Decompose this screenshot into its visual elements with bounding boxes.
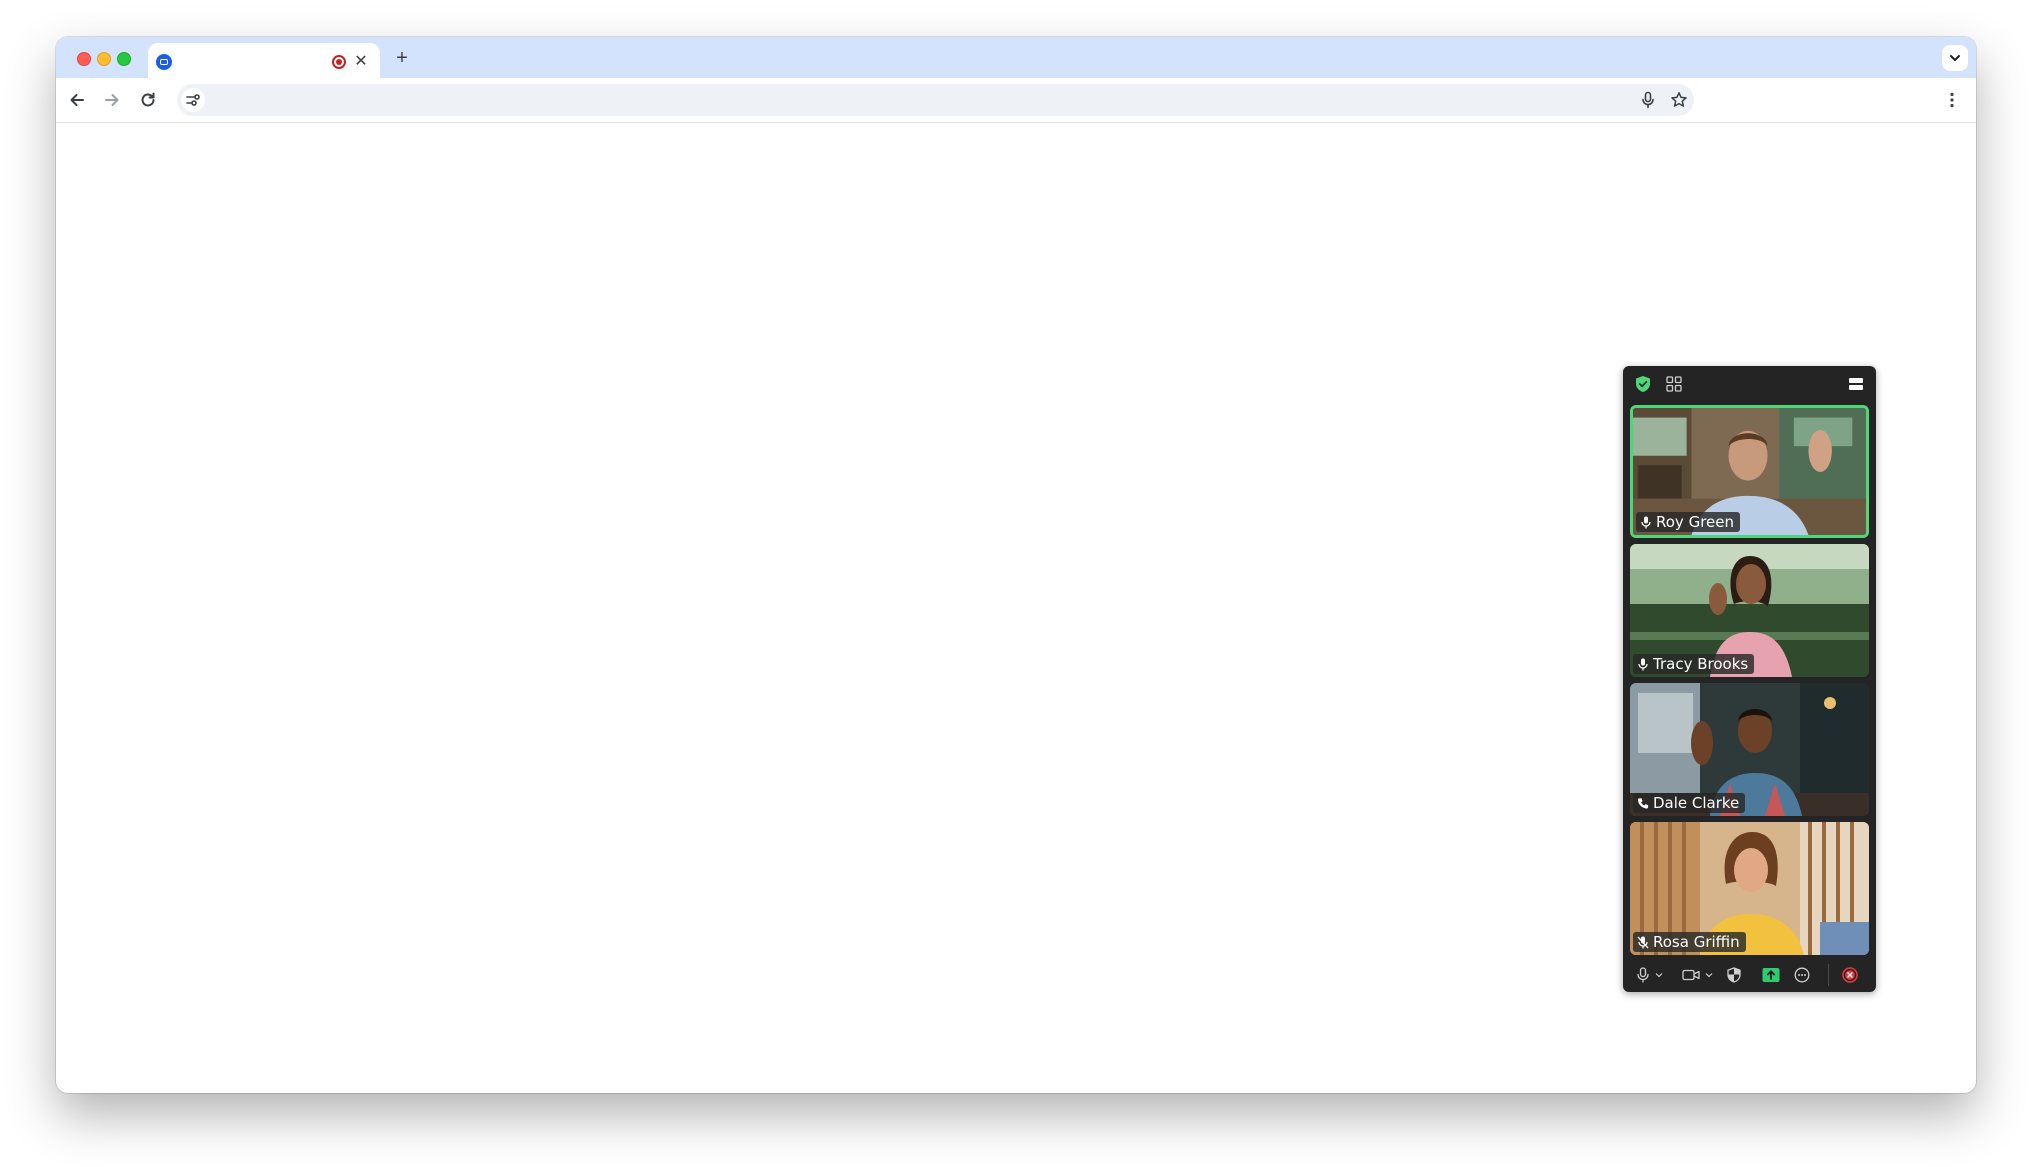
- controls-divider: [1828, 964, 1829, 986]
- participant-tile-rosa-griffin[interactable]: Rosa Griffin: [1630, 822, 1869, 955]
- participant-tile-tracy-brooks[interactable]: Tracy Brooks: [1630, 544, 1869, 677]
- new-tab-button[interactable]: +: [390, 46, 414, 70]
- tune-icon: [186, 94, 200, 106]
- more-vertical-icon: [1950, 92, 1954, 108]
- participant-name-tag: Roy Green: [1636, 512, 1740, 532]
- audio-options-button[interactable]: [1653, 966, 1665, 984]
- participant-name-tag: Rosa Griffin: [1633, 932, 1746, 952]
- more-horizontal-icon: [1794, 967, 1810, 983]
- video-options-button[interactable]: [1703, 966, 1715, 984]
- close-window-button[interactable]: [77, 52, 91, 66]
- browser-menu-button[interactable]: [1940, 88, 1964, 112]
- shield-icon: [1727, 967, 1741, 983]
- microphone-icon: [1640, 515, 1652, 529]
- mute-button[interactable]: [1635, 966, 1651, 984]
- more-options-button[interactable]: [1793, 966, 1811, 984]
- layout-toggle-icon[interactable]: [1846, 374, 1866, 394]
- chevron-down-icon: [1655, 973, 1663, 978]
- participant-tile-roy-green[interactable]: Roy Green: [1630, 405, 1869, 538]
- leave-meeting-button[interactable]: [1841, 966, 1859, 984]
- tab-strip: ✕ +: [56, 37, 1976, 78]
- meeting-widget: Roy Green Tracy Brooks Dale Clarke Rosa …: [1623, 366, 1876, 992]
- page-content: Roy Green Tracy Brooks Dale Clarke Rosa …: [56, 123, 1976, 1093]
- browser-tab[interactable]: ✕: [148, 43, 380, 78]
- browser-window: ✕ + Roy Green Tracy Brooks Dale Clarke R…: [56, 37, 1976, 1093]
- share-screen-button[interactable]: [1762, 966, 1780, 984]
- microphone-muted-icon: [1637, 935, 1649, 949]
- bookmark-button[interactable]: [1667, 88, 1691, 112]
- recording-indicator-icon: [332, 55, 346, 69]
- security-button[interactable]: [1725, 966, 1743, 984]
- participant-tile-dale-clarke[interactable]: Dale Clarke: [1630, 683, 1869, 816]
- tab-close-icon[interactable]: ✕: [352, 53, 370, 71]
- participant-name-tag: Dale Clarke: [1633, 793, 1746, 813]
- share-screen-icon: [1762, 968, 1780, 982]
- tab-search-button[interactable]: [1942, 45, 1968, 71]
- voice-search-button[interactable]: [1636, 88, 1660, 112]
- reload-button[interactable]: [136, 88, 160, 112]
- chevron-down-icon: [1950, 55, 1960, 61]
- browser-toolbar: [56, 78, 1976, 123]
- back-button[interactable]: [65, 88, 89, 112]
- maximize-window-button[interactable]: [117, 52, 131, 66]
- site-info-button[interactable]: [181, 88, 205, 112]
- video-button[interactable]: [1681, 966, 1701, 984]
- video-camera-icon: [1682, 969, 1700, 981]
- forward-button[interactable]: [100, 88, 124, 112]
- arrow-right-icon: [105, 94, 119, 106]
- address-bar[interactable]: [177, 84, 1694, 116]
- star-icon: [1671, 92, 1687, 107]
- close-circle-icon: [1842, 967, 1858, 983]
- arrow-left-icon: [70, 94, 84, 106]
- microphone-icon: [1637, 657, 1649, 671]
- reload-icon: [141, 92, 155, 107]
- microphone-icon: [1637, 967, 1649, 983]
- chat-favicon-icon: [156, 54, 172, 70]
- microphone-icon: [1642, 91, 1654, 109]
- minimize-window-button[interactable]: [97, 52, 111, 66]
- security-shield-icon[interactable]: [1633, 374, 1653, 394]
- phone-icon: [1637, 796, 1649, 810]
- participant-name-tag: Tracy Brooks: [1633, 654, 1755, 674]
- chevron-down-icon: [1705, 973, 1713, 978]
- gallery-view-icon[interactable]: [1664, 374, 1684, 394]
